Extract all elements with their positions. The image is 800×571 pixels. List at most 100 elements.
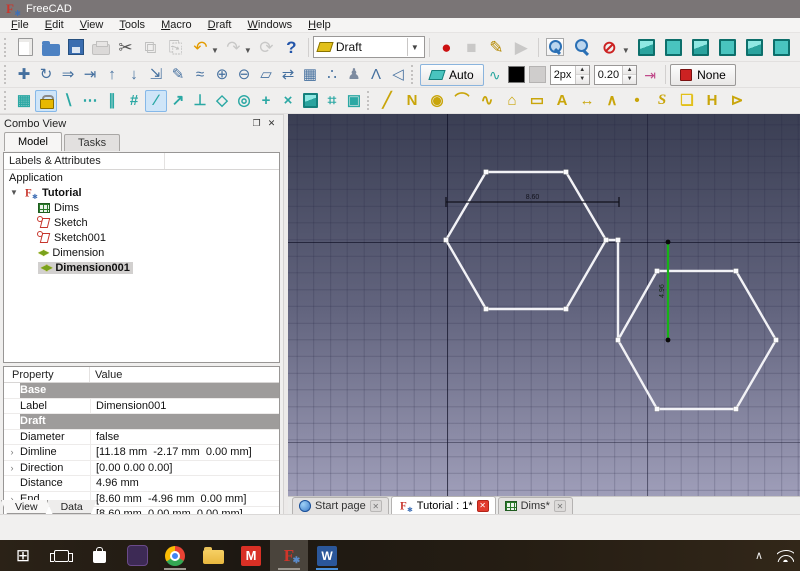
- tab-data[interactable]: Data: [47, 500, 97, 514]
- autogroup-button[interactable]: None: [670, 64, 736, 86]
- tree-item-sketch[interactable]: Sketch: [4, 215, 279, 230]
- draft-wire[interactable]: N: [401, 90, 423, 112]
- start-button[interactable]: ⊞: [4, 540, 42, 571]
- apply-style-button[interactable]: ⇥: [639, 64, 661, 86]
- property-row-dimline[interactable]: Dimline [11.18 mm -2.17 mm 0.00 mm]: [4, 445, 279, 461]
- menu-macro[interactable]: Macro: [153, 19, 200, 31]
- shape-2d-view[interactable]: ▱: [255, 64, 277, 86]
- draft-rectangle[interactable]: ▭: [526, 90, 548, 112]
- chrome-icon[interactable]: [156, 540, 194, 571]
- snap-lock[interactable]: [35, 90, 57, 112]
- add-point[interactable]: ⊕: [211, 64, 233, 86]
- task-view-button[interactable]: [42, 540, 80, 571]
- close-tab-icon[interactable]: ✕: [554, 500, 566, 512]
- vertex-handle[interactable]: [655, 269, 660, 274]
- vertex-handle[interactable]: [616, 238, 621, 243]
- copy[interactable]: ⧉: [138, 35, 163, 60]
- macro-edit[interactable]: ✎: [484, 35, 509, 60]
- freecad-taskbar-icon[interactable]: F: [270, 540, 308, 571]
- view-front[interactable]: [661, 35, 686, 60]
- dimension-endpoint[interactable]: [666, 338, 671, 343]
- open-document[interactable]: [38, 35, 63, 60]
- text-scale-value[interactable]: 0.20: [595, 69, 622, 81]
- vertex-handle[interactable]: [604, 238, 609, 243]
- view-right[interactable]: [715, 35, 740, 60]
- word-icon[interactable]: W: [308, 540, 346, 571]
- property-value[interactable]: [11.18 mm -2.17 mm 0.00 mm]: [90, 445, 279, 460]
- fit-all[interactable]: [543, 35, 568, 60]
- move[interactable]: ✚: [13, 64, 35, 86]
- scale[interactable]: ⇲: [145, 64, 167, 86]
- snap-near[interactable]: ∕: [145, 90, 167, 112]
- 3d-viewport[interactable]: 8.604.96: [288, 114, 800, 496]
- draft-bspline[interactable]: ∿: [476, 90, 498, 112]
- float-panel-button[interactable]: ❐: [249, 117, 264, 130]
- clone[interactable]: ♟: [343, 64, 365, 86]
- tree-item-document[interactable]: ▼ Tutorial: [4, 185, 279, 200]
- cut[interactable]: ✂: [113, 35, 138, 60]
- edit[interactable]: ✎: [167, 64, 189, 86]
- redo[interactable]: ↷: [221, 35, 246, 60]
- paste[interactable]: ⎘: [163, 35, 188, 60]
- menu-draft[interactable]: Draft: [200, 19, 240, 31]
- expand-arrow-icon[interactable]: [4, 445, 20, 460]
- purple-app-icon[interactable]: [118, 540, 156, 571]
- spin-down-icon[interactable]: ▼: [576, 75, 589, 84]
- refresh[interactable]: ⟳: [254, 35, 279, 60]
- property-value[interactable]: false: [90, 430, 279, 445]
- tab-tutorial[interactable]: Tutorial : 1* ✕: [391, 496, 496, 514]
- close-tab-icon[interactable]: ✕: [370, 500, 382, 512]
- m-app-icon[interactable]: M: [232, 540, 270, 571]
- draft-polygon[interactable]: ⌂: [501, 90, 523, 112]
- property-group-base[interactable]: Base: [4, 383, 279, 399]
- line-width-value[interactable]: 2px: [551, 69, 575, 81]
- property-column-header[interactable]: Property: [4, 367, 90, 382]
- array[interactable]: ▦: [299, 64, 321, 86]
- zoom-box[interactable]: [570, 35, 595, 60]
- downgrade[interactable]: ↓: [123, 64, 145, 86]
- vertex-handle[interactable]: [655, 407, 660, 412]
- close-tab-icon[interactable]: ✕: [477, 500, 489, 512]
- macro-play[interactable]: ▶: [509, 35, 534, 60]
- working-plane-button[interactable]: Auto: [420, 64, 484, 86]
- whats-this[interactable]: ?: [279, 35, 304, 60]
- tab-tasks[interactable]: Tasks: [64, 134, 120, 151]
- view-top[interactable]: [688, 35, 713, 60]
- rotate[interactable]: ↻: [35, 64, 57, 86]
- macro-record[interactable]: ●: [434, 35, 459, 60]
- spin-down-icon[interactable]: ▼: [623, 75, 636, 84]
- store-icon[interactable]: [80, 540, 118, 571]
- draft-line[interactable]: ╱: [376, 90, 398, 112]
- snap-working-plane[interactable]: [299, 90, 321, 112]
- draw-style-dropdown[interactable]: ▼: [622, 46, 630, 55]
- menu-help[interactable]: Help: [300, 19, 339, 31]
- tree-item-sketch001[interactable]: Sketch001: [4, 230, 279, 245]
- toolbar-grip[interactable]: [4, 38, 9, 57]
- undo-dropdown[interactable]: ▼: [211, 46, 219, 55]
- close-panel-button[interactable]: ✕: [264, 117, 279, 130]
- mirror[interactable]: Λ: [365, 64, 387, 86]
- snap-extension[interactable]: ↗: [167, 90, 189, 112]
- tab-model[interactable]: Model: [4, 132, 62, 151]
- vertex-handle[interactable]: [564, 170, 569, 175]
- undo[interactable]: ↶: [188, 35, 213, 60]
- menu-edit[interactable]: Edit: [37, 19, 72, 31]
- draft-label[interactable]: ⊳: [726, 90, 748, 112]
- tab-view[interactable]: View: [1, 500, 52, 514]
- expand-arrow-icon[interactable]: [4, 461, 20, 476]
- menu-file[interactable]: File: [3, 19, 37, 31]
- snap-grid[interactable]: #: [123, 90, 145, 112]
- draft-dimension[interactable]: ↔: [576, 90, 598, 112]
- hidden-icons-chevron[interactable]: ∧: [755, 549, 763, 562]
- property-value[interactable]: [0.00 0.00 0.00]: [90, 461, 279, 476]
- menu-windows[interactable]: Windows: [240, 19, 301, 31]
- draft-bezcurve[interactable]: H: [701, 90, 723, 112]
- draft-circle[interactable]: ◉: [426, 90, 448, 112]
- chevron-expanded-icon[interactable]: ▼: [9, 188, 19, 197]
- vertex-handle[interactable]: [564, 307, 569, 312]
- snap-center[interactable]: ◎: [233, 90, 255, 112]
- spin-up-icon[interactable]: ▲: [623, 66, 636, 76]
- draw-style[interactable]: ⊘: [597, 35, 622, 60]
- property-value[interactable]: 4.96 mm: [90, 476, 279, 491]
- chevron-down-icon[interactable]: ▼: [407, 38, 422, 56]
